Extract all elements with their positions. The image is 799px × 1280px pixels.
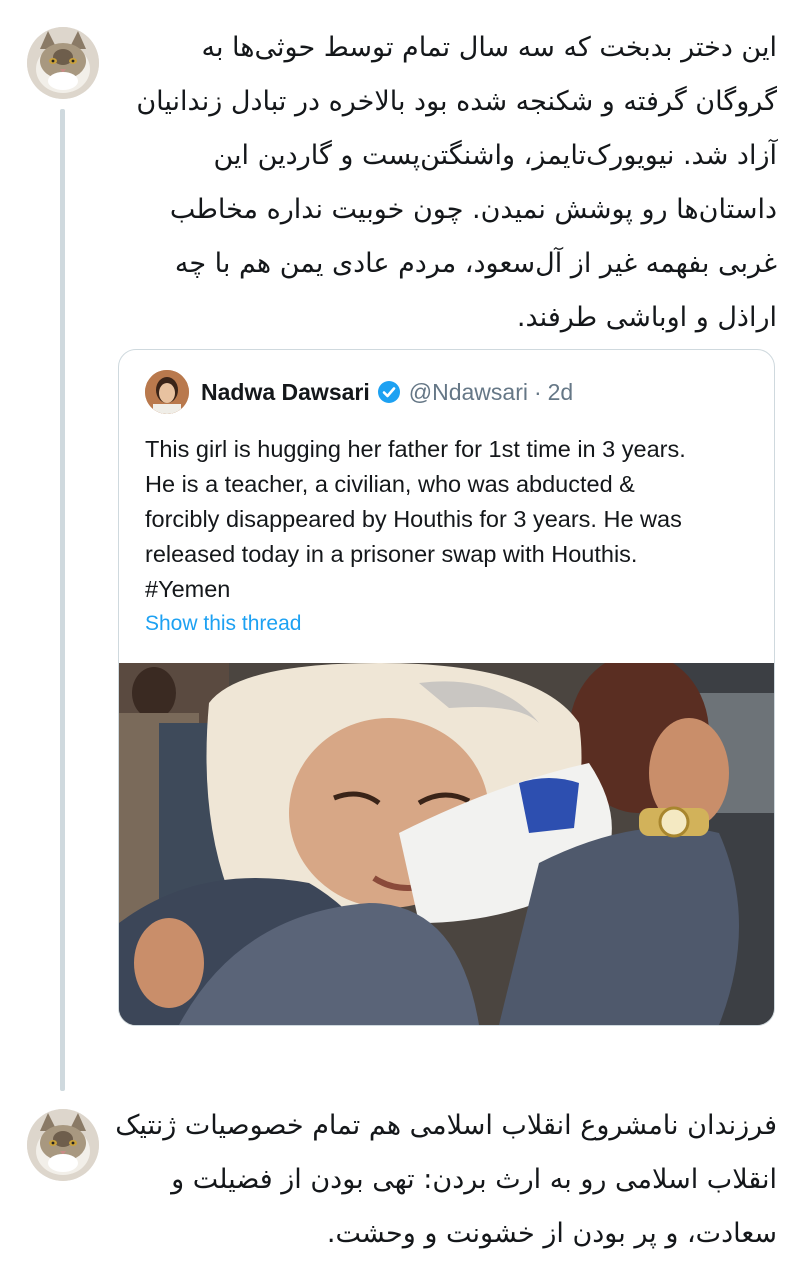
show-thread-link[interactable]: Show this thread xyxy=(145,612,301,636)
author-avatar-icon xyxy=(145,370,189,414)
quoted-author-handle[interactable]: @Ndawsari xyxy=(409,379,528,406)
quoted-tweet-card[interactable]: Nadwa Dawsari @Ndawsari · 2d This girl i… xyxy=(118,349,775,1026)
photo-illustration xyxy=(119,663,774,1025)
tweet-1-avatar[interactable] xyxy=(27,27,99,99)
cat-avatar-icon xyxy=(27,27,99,99)
quoted-tweet-header: Nadwa Dawsari @Ndawsari · 2d xyxy=(145,370,573,414)
verified-badge-icon xyxy=(377,380,401,404)
quoted-tweet-text: This girl is hugging her father for 1st … xyxy=(145,436,686,602)
hugging-photo[interactable] xyxy=(119,663,774,1025)
tweet-1-text: این دختر بدبخت که سه سال تمام توسط حوثی‌… xyxy=(136,32,777,333)
tweet-2-text: فرزندان نامشروع انقلاب اسلامی هم تمام خص… xyxy=(115,1110,777,1249)
quoted-tweet-time[interactable]: 2d xyxy=(548,379,574,406)
tweet-2-avatar[interactable] xyxy=(27,1109,99,1181)
quoted-author-avatar[interactable] xyxy=(145,370,189,414)
thread-connector-line xyxy=(60,109,65,1091)
quoted-author-name[interactable]: Nadwa Dawsari xyxy=(201,379,370,406)
header-separator: · xyxy=(533,378,542,405)
cat-avatar-icon xyxy=(27,1109,99,1181)
